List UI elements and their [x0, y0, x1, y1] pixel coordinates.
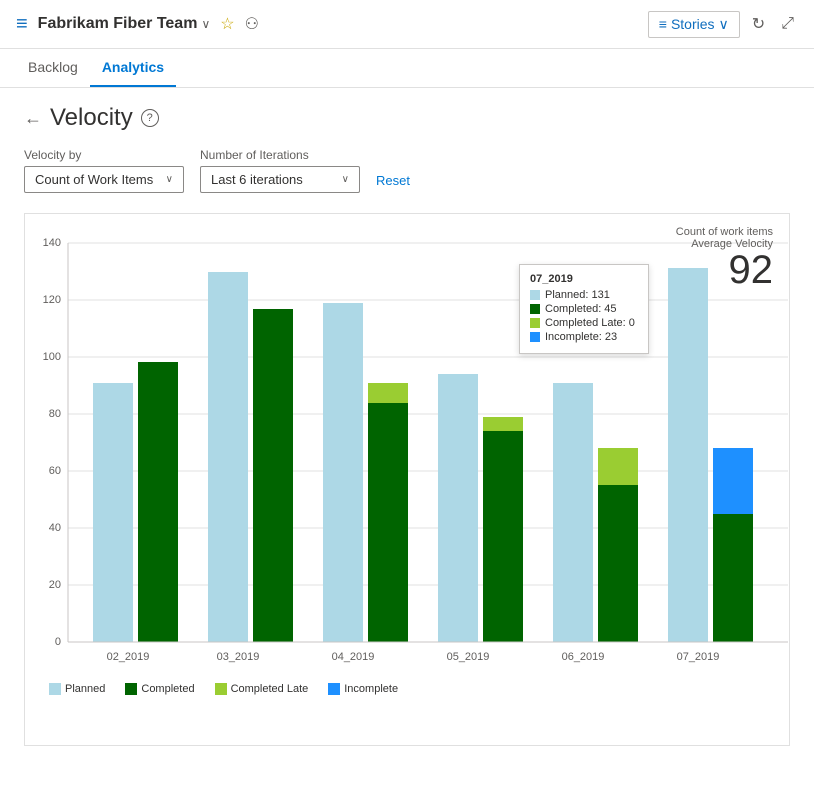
bar-06-completed-late — [598, 448, 638, 485]
team-name: Fabrikam Fiber Team — [38, 15, 198, 33]
title-row: ← Velocity ? — [24, 104, 790, 132]
stories-chevron-icon: ∨ — [719, 16, 729, 33]
reset-button[interactable]: Reset — [376, 168, 410, 193]
tooltip-completed-late-swatch — [530, 318, 540, 328]
svg-text:140: 140 — [43, 237, 61, 249]
bar-05-completed-late — [483, 417, 523, 431]
chart-svg-wrapper: 0 20 40 60 80 100 120 140 — [33, 230, 781, 675]
legend-completed-late: Completed Late — [215, 683, 309, 695]
filters-row: Velocity by Count of Work Items ∨ Number… — [24, 148, 790, 193]
tooltip-planned-swatch — [530, 290, 540, 300]
bar-05-completed — [483, 431, 523, 642]
velocity-by-dropdown[interactable]: Count of Work Items ∨ — [24, 166, 184, 193]
legend-planned-swatch — [49, 683, 61, 695]
iterations-dropdown[interactable]: Last 6 iterations ∨ — [200, 166, 360, 193]
bar-06-planned — [553, 383, 593, 642]
svg-text:05_2019: 05_2019 — [447, 651, 490, 663]
tooltip: 07_2019 Planned: 131 Completed: 45 Compl… — [519, 264, 649, 354]
help-icon[interactable]: ? — [141, 109, 159, 127]
tab-backlog[interactable]: Backlog — [16, 49, 90, 87]
header: ≡ Fabrikam Fiber Team ∨ ☆ ⚇ ≡ Stories ∨ … — [0, 0, 814, 49]
tab-analytics[interactable]: Analytics — [90, 49, 176, 87]
svg-text:07_2019: 07_2019 — [677, 651, 720, 663]
bar-02-completed — [138, 362, 178, 642]
legend-completed-late-swatch — [215, 683, 227, 695]
tooltip-incomplete-swatch — [530, 332, 540, 342]
bar-02-planned — [93, 383, 133, 642]
app-icon: ≡ — [16, 13, 28, 36]
tooltip-row-incomplete: Incomplete: 23 — [530, 331, 638, 343]
bar-07-completed — [713, 514, 753, 642]
page-content: ← Velocity ? Velocity by Count of Work I… — [0, 88, 814, 762]
svg-text:03_2019: 03_2019 — [217, 651, 260, 663]
nav-tabs: Backlog Analytics — [0, 49, 814, 88]
bar-05-planned — [438, 374, 478, 642]
team-chevron-icon[interactable]: ∨ — [201, 17, 210, 31]
velocity-chart: 0 20 40 60 80 100 120 140 — [33, 230, 793, 670]
svg-text:100: 100 — [43, 351, 61, 363]
tooltip-row-completed-late: Completed Late: 0 — [530, 317, 638, 329]
iterations-value: Last 6 iterations — [211, 172, 303, 187]
velocity-by-label: Velocity by — [24, 148, 184, 162]
tooltip-title: 07_2019 — [530, 273, 638, 285]
bar-03-completed — [253, 309, 293, 642]
velocity-by-value: Count of Work Items — [35, 172, 153, 187]
velocity-by-chevron-icon: ∨ — [166, 174, 173, 185]
legend-planned: Planned — [49, 683, 105, 695]
iterations-label: Number of Iterations — [200, 148, 360, 162]
legend-incomplete-swatch — [328, 683, 340, 695]
tooltip-row-planned: Planned: 131 — [530, 289, 638, 301]
refresh-button[interactable]: ↻ — [748, 10, 769, 38]
tooltip-row-completed: Completed: 45 — [530, 303, 638, 315]
iterations-chevron-icon: ∨ — [342, 174, 349, 185]
bar-04-completed — [368, 403, 408, 642]
tooltip-incomplete-label: Incomplete: 23 — [545, 331, 617, 343]
expand-button[interactable]: ⤢ — [777, 11, 798, 37]
stories-icon: ≡ — [659, 16, 667, 32]
bar-06-completed — [598, 485, 638, 642]
tooltip-completed-label: Completed: 45 — [545, 303, 617, 315]
favorite-icon[interactable]: ☆ — [220, 14, 234, 34]
chart-legend: Planned Completed Completed Late Incompl… — [33, 675, 781, 695]
legend-planned-label: Planned — [65, 683, 105, 695]
legend-incomplete-label: Incomplete — [344, 683, 398, 695]
page-title: Velocity — [50, 104, 133, 132]
stories-label: Stories — [671, 16, 715, 32]
legend-incomplete: Incomplete — [328, 683, 398, 695]
svg-text:40: 40 — [49, 522, 61, 534]
chart-container: Count of work items Average Velocity 92 … — [24, 213, 790, 746]
bar-07-incomplete — [713, 448, 753, 514]
svg-text:06_2019: 06_2019 — [562, 651, 605, 663]
legend-completed: Completed — [125, 683, 194, 695]
velocity-by-group: Velocity by Count of Work Items ∨ — [24, 148, 184, 193]
bar-07-planned — [668, 268, 708, 642]
tooltip-completed-late-label: Completed Late: 0 — [545, 317, 635, 329]
back-button[interactable]: ← — [24, 108, 42, 129]
iterations-group: Number of Iterations Last 6 iterations ∨ — [200, 148, 360, 193]
bar-04-planned — [323, 303, 363, 642]
velocity-summary: Count of work items Average Velocity 92 — [676, 226, 773, 290]
velocity-number: 92 — [729, 248, 774, 292]
svg-text:80: 80 — [49, 408, 61, 420]
svg-text:04_2019: 04_2019 — [332, 651, 375, 663]
tooltip-planned-label: Planned: 131 — [545, 289, 610, 301]
bar-03-planned — [208, 272, 248, 642]
velocity-count-label: Count of work items — [676, 226, 773, 238]
tooltip-completed-swatch — [530, 304, 540, 314]
svg-text:60: 60 — [49, 465, 61, 477]
legend-completed-late-label: Completed Late — [231, 683, 309, 695]
bar-04-completed-late — [368, 383, 408, 403]
svg-text:02_2019: 02_2019 — [107, 651, 150, 663]
legend-completed-label: Completed — [141, 683, 194, 695]
legend-completed-swatch — [125, 683, 137, 695]
svg-text:120: 120 — [43, 294, 61, 306]
stories-dropdown[interactable]: ≡ Stories ∨ — [648, 11, 740, 38]
svg-text:0: 0 — [55, 636, 61, 648]
header-right-actions: ≡ Stories ∨ ↻ ⤢ — [648, 10, 798, 38]
svg-text:20: 20 — [49, 579, 61, 591]
people-icon[interactable]: ⚇ — [245, 14, 259, 34]
